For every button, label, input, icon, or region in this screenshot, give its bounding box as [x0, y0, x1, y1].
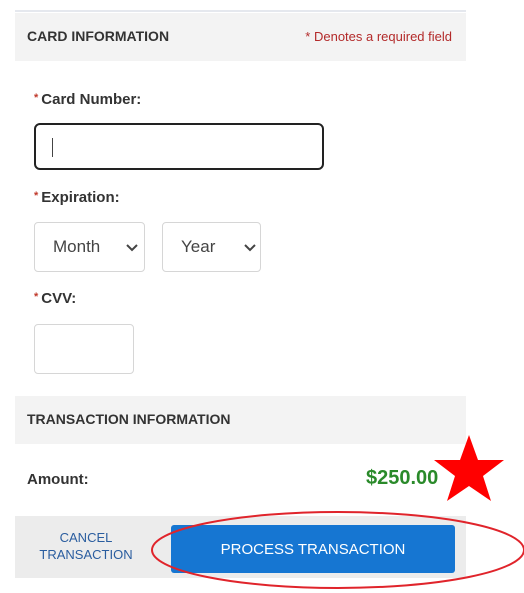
month-select[interactable]: Month	[34, 222, 145, 272]
process-transaction-label: PROCESS TRANSACTION	[220, 540, 406, 558]
cvv-label: * CVV:	[34, 290, 77, 307]
transaction-info-title: TRANSACTION INFORMATION	[27, 411, 231, 427]
year-select[interactable]: Year	[162, 222, 261, 272]
cvv-input[interactable]	[34, 324, 134, 374]
year-value: Year	[181, 237, 216, 256]
text-caret	[52, 138, 53, 157]
card-info-title: CARD INFORMATION	[27, 28, 170, 44]
transaction-info-header: TRANSACTION INFORMATION	[15, 396, 466, 444]
amount-label: Amount:	[27, 471, 89, 488]
month-value: Month	[53, 237, 101, 256]
amount-value: $250.00	[366, 467, 439, 489]
required-note: * Denotes a required field	[305, 29, 452, 44]
expiration-label: * Expiration:	[34, 189, 120, 206]
card-info-header: CARD INFORMATION * Denotes a required fi…	[15, 13, 466, 61]
card-number-input[interactable]	[34, 123, 324, 170]
required-star: *	[34, 92, 39, 104]
card-number-label: * Card Number:	[34, 91, 142, 108]
process-transaction-button[interactable]: PROCESS TRANSACTION	[171, 525, 455, 573]
required-star: *	[34, 190, 39, 202]
required-star: *	[34, 291, 39, 303]
chevron-down-icon	[244, 244, 256, 252]
cancel-transaction-link[interactable]: CANCEL TRANSACTION	[24, 529, 148, 563]
chevron-down-icon	[126, 244, 138, 252]
